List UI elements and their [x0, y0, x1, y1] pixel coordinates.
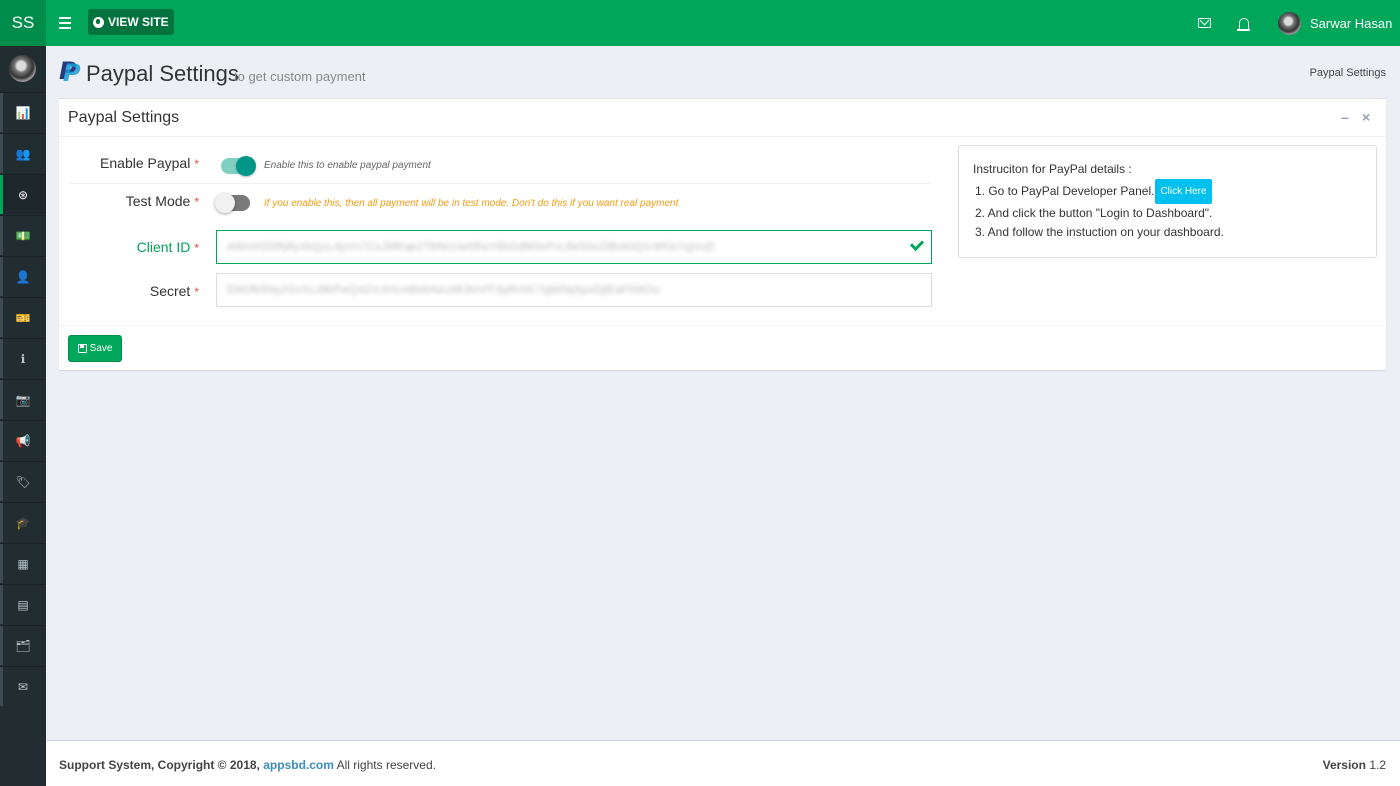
envelope-icon: ✉: [17, 679, 29, 694]
money-icon: 💵: [15, 228, 31, 243]
client-id-value: AWmHZ0Rj8yXkQzL4pVn7CsJ9fKqe2TbNcUw5RaY6…: [227, 241, 715, 253]
instruction-step-3: 3. And follow the instuction on your das…: [975, 225, 1224, 239]
sidebar-item-money[interactable]: 💵: [0, 215, 46, 255]
life-ring-icon: ⊛: [17, 187, 29, 202]
users-icon: 👥: [15, 146, 31, 161]
sidebar-item-user[interactable]: 👤: [0, 256, 46, 296]
list-icon: ▤: [17, 597, 29, 612]
check-icon: [909, 236, 925, 252]
paypal-settings-box: Paypal Settings – × Enable Paypal * Enabl…: [59, 98, 1386, 370]
box-header: Paypal Settings – ×: [59, 99, 1386, 137]
box-footer: Save: [59, 325, 1386, 362]
client-id-label: Client ID *: [136, 239, 199, 255]
sidebar-item-camera[interactable]: 📷: [0, 379, 46, 419]
sitemap-icon: 🗂: [15, 638, 31, 653]
paypal-instructions: Instruciton for PayPal details : 1. Go t…: [958, 145, 1377, 258]
user-avatar[interactable]: [1278, 12, 1301, 35]
tag-icon: 🏷: [15, 474, 31, 489]
ticket-icon: 🎫: [15, 310, 31, 325]
test-mode-label: Test Mode *: [125, 193, 199, 209]
secret-input[interactable]: EM0fb5Ny2GvXcJ8kPwQ4ZrLtH1mBs6AeUdK9oVfT…: [216, 273, 932, 307]
close-icon[interactable]: ×: [1362, 109, 1370, 125]
user-name[interactable]: Sarwar Hasan: [1310, 16, 1392, 31]
page-footer: Support System, Copyright © 2018, appsbd…: [46, 740, 1400, 786]
divider: [69, 183, 931, 184]
test-mode-help: If you enable this, then all payment wil…: [264, 198, 679, 209]
box-title: Paypal Settings: [68, 109, 180, 126]
enable-paypal-label: Enable Paypal *: [100, 155, 199, 171]
sidebar: 📊 👥 ⊛ 💵 👤 🎫 ℹ 📷 📢 🏷 🎓 ▦ ▤ 🗂 ✉: [0, 46, 46, 786]
user-icon: 👤: [15, 269, 31, 284]
globe-icon: [93, 16, 104, 28]
enable-paypal-help: Enable this to enable paypal payment: [264, 160, 431, 171]
sidebar-item-bullhorn[interactable]: 📢: [0, 420, 46, 460]
sidebar-item-tag[interactable]: 🏷: [0, 461, 46, 501]
paypal-logo-icon: PP: [59, 57, 81, 87]
bell-icon[interactable]: [1235, 14, 1253, 32]
sidebar-item-list[interactable]: ▤: [0, 584, 46, 624]
bar-chart-icon: 📊: [15, 105, 31, 120]
bullhorn-icon: 📢: [15, 433, 31, 448]
sidebar-item-sitemap[interactable]: 🗂: [0, 625, 46, 665]
envelope-icon[interactable]: [1195, 14, 1213, 32]
appsbd-link[interactable]: appsbd.com: [263, 758, 334, 772]
view-site-button[interactable]: VIEW SITE: [88, 9, 174, 35]
sidebar-item-ticket[interactable]: 🎫: [0, 297, 46, 337]
save-button[interactable]: Save: [68, 335, 122, 362]
page-title: Paypal Settings: [86, 61, 239, 86]
version: Version 1.2: [1322, 758, 1386, 772]
sidebar-item-graduation-cap[interactable]: 🎓: [0, 502, 46, 542]
sidebar-avatar[interactable]: [9, 55, 36, 82]
graduation-cap-icon: 🎓: [15, 515, 31, 530]
click-here-button[interactable]: Click Here: [1155, 179, 1212, 204]
sidebar-item-life-ring[interactable]: ⊛: [0, 174, 46, 214]
sidebar-item-users[interactable]: 👥: [0, 133, 46, 173]
floppy-disk-icon: [77, 344, 87, 353]
secret-label: Secret *: [149, 283, 199, 299]
menu-toggle-icon[interactable]: [54, 13, 76, 33]
sidebar-item-table[interactable]: ▦: [0, 543, 46, 583]
enable-paypal-toggle[interactable]: [221, 156, 256, 176]
secret-value: EM0fb5Ny2GvXcJ8kPwQ4ZrLtH1mBs6AeUdK9oVfT…: [227, 284, 660, 296]
save-label: Save: [89, 343, 113, 354]
table-icon: ▦: [17, 556, 29, 571]
page-subtitle: to get custom payment: [234, 69, 366, 84]
camera-icon: 📷: [15, 392, 31, 407]
instruction-step-2: 2. And click the button "Login to Dashbo…: [975, 206, 1213, 220]
sidebar-item-bar-chart[interactable]: 📊: [0, 92, 46, 132]
test-mode-toggle[interactable]: [215, 193, 250, 213]
sidebar-item-info[interactable]: ℹ: [0, 338, 46, 378]
instruction-step-1: 1. Go to PayPal Developer Panel. Click He…: [975, 179, 1362, 204]
breadcrumb: Paypal Settings: [1309, 67, 1386, 79]
client-id-input[interactable]: AWmHZ0Rj8yXkQzL4pVn7CsJ9fKqe2TbNcUw5RaY6…: [216, 230, 932, 264]
view-site-label: VIEW SITE: [108, 15, 169, 29]
app-logo[interactable]: SS: [0, 0, 46, 46]
instructions-title: Instruciton for PayPal details :: [973, 162, 1132, 176]
sidebar-item-envelope[interactable]: ✉: [0, 666, 46, 706]
info-icon: ℹ: [20, 351, 26, 366]
minimize-icon[interactable]: –: [1341, 109, 1349, 125]
copyright: Support System, Copyright © 2018, appsbd…: [59, 758, 436, 772]
top-navbar: SS VIEW SITE Sarwar Hasan: [0, 0, 1400, 46]
